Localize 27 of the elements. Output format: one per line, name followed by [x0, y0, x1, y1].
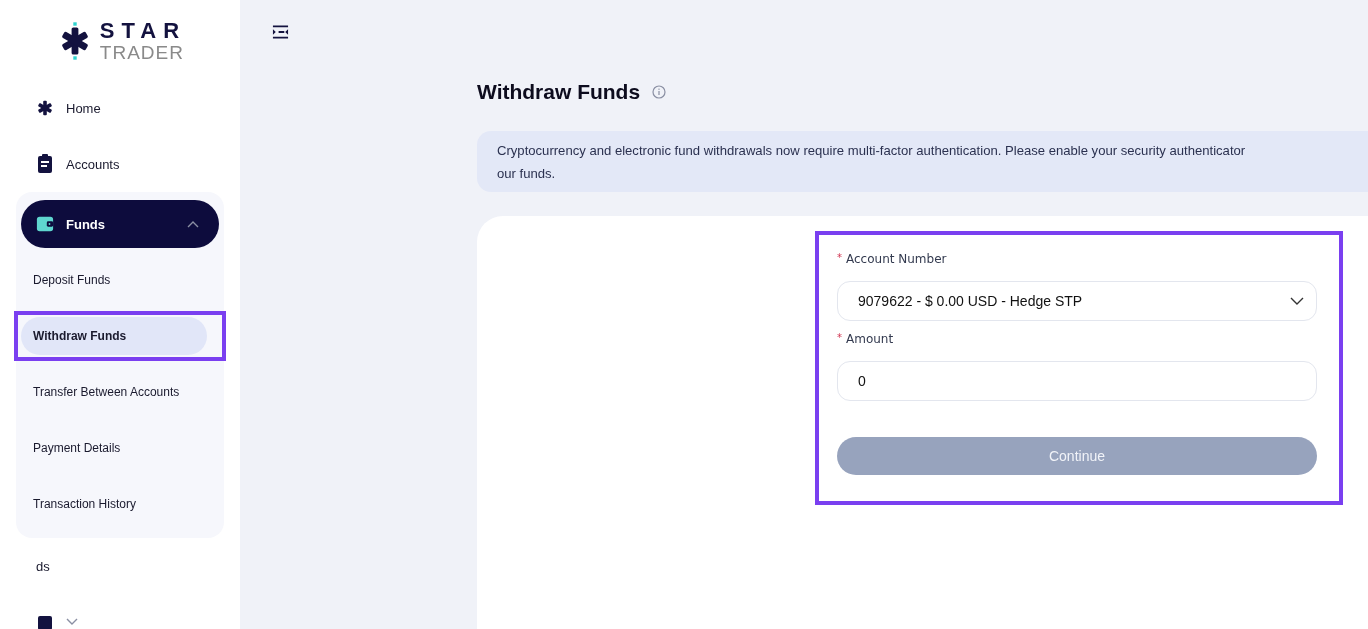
- clipboard-icon: [36, 154, 54, 174]
- amount-field[interactable]: 0: [837, 361, 1317, 401]
- logo-wordmark: STAR: [99, 20, 187, 42]
- submenu-item[interactable]: Withdraw Funds: [21, 317, 207, 355]
- wallet-icon: [36, 214, 54, 234]
- star-icon: [36, 98, 54, 118]
- page-title: Withdraw Funds: [477, 80, 641, 104]
- submenu-item[interactable]: Payment Details: [21, 429, 207, 467]
- notice-text: our funds.: [497, 165, 556, 183]
- notice-text: Cryptocurrency and electronic fund withdrawals now require multi-factor authentication. Please enable your security authenticator: [497, 142, 1246, 160]
- chevron-icon: [187, 220, 199, 228]
- menu-toggle-icon[interactable]: [272, 25, 289, 39]
- sidebar-item[interactable]: Accounts: [0, 136, 240, 192]
- sidebar-item[interactable]: Home: [0, 80, 240, 136]
- required-mark: *: [837, 252, 842, 263]
- chevron-icon: [1290, 297, 1304, 305]
- required-mark: *: [837, 332, 842, 343]
- submenu-item[interactable]: Transfer Between Accounts: [21, 373, 207, 411]
- sidebar-item[interactable]: ds: [0, 538, 240, 594]
- account-select[interactable]: 9079622 - $ 0.00 USD - Hedge STP: [837, 281, 1317, 321]
- field-label: Amount: [846, 332, 894, 346]
- submenu-item[interactable]: Deposit Funds: [21, 261, 207, 299]
- info-icon[interactable]: [652, 85, 667, 99]
- logo-subtitle: TRADER: [99, 43, 185, 62]
- sidebar-item[interactable]: Funds: [21, 200, 219, 248]
- field-label: Account Number: [846, 252, 947, 266]
- submenu-item[interactable]: Transaction History: [21, 485, 207, 523]
